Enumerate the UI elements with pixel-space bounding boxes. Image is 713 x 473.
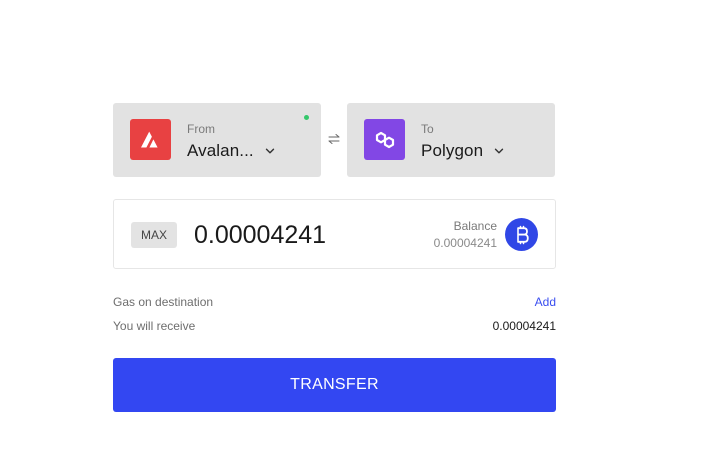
to-chain-selector[interactable]: To Polygon [347,103,555,177]
swap-arrows-icon[interactable] [327,132,341,146]
from-caption: From [187,122,215,136]
add-gas-link[interactable]: Add [535,295,556,309]
to-chain-name-row: Polygon [421,141,505,161]
to-chain-name: Polygon [421,141,484,160]
avalanche-logo-icon [130,119,171,160]
you-will-receive-row: You will receive 0.00004241 [113,319,556,333]
bridge-panel: From Avalan... To Polygon MAX 0.00004241… [0,0,713,473]
chevron-down-icon [265,148,274,154]
amount-card: MAX Balance 0.00004241 [113,199,556,269]
gas-on-destination-row: Gas on destination Add [113,295,556,309]
to-caption: To [421,122,434,136]
connection-status-dot [304,115,309,120]
from-chain-name-row: Avalan... [187,141,276,161]
from-chain-name: Avalan... [187,141,254,160]
balance-label: Balance [453,219,497,233]
max-button[interactable]: MAX [131,222,177,248]
receive-label: You will receive [113,319,196,333]
from-chain-selector[interactable]: From Avalan... [113,103,321,177]
chevron-down-icon [494,148,504,154]
transfer-button[interactable]: TRANSFER [113,358,556,412]
polygon-logo-icon [364,119,405,160]
receive-value: 0.00004241 [492,319,556,333]
balance-value: 0.00004241 [433,236,497,250]
amount-input[interactable] [194,218,394,252]
bitcoin-icon[interactable] [505,218,538,251]
gas-label: Gas on destination [113,295,214,309]
